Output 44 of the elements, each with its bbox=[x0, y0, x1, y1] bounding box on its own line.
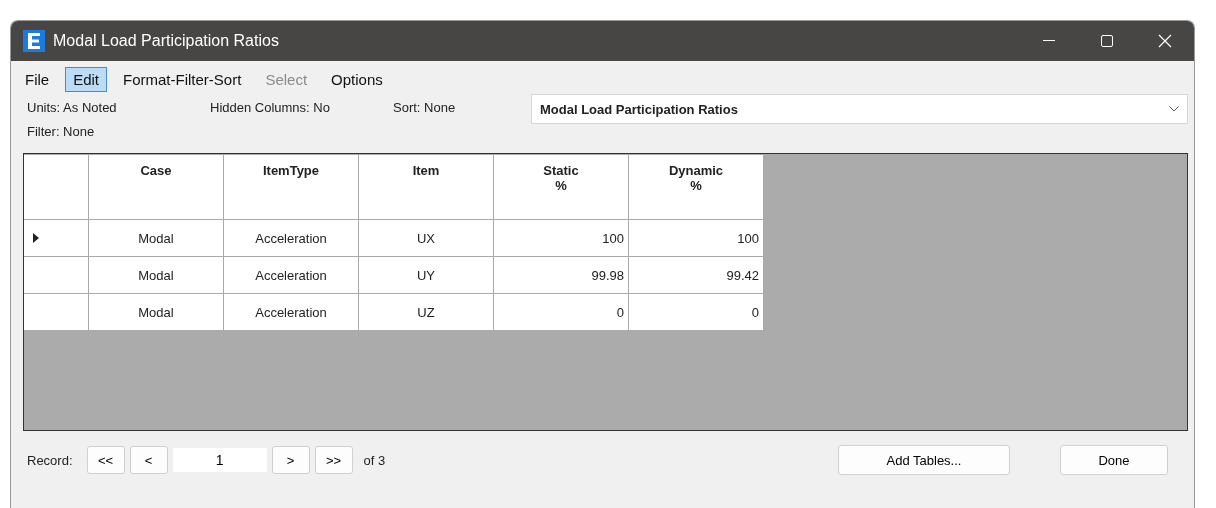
table-cell: UY bbox=[358, 256, 494, 294]
column-header[interactable]: Static % bbox=[493, 154, 629, 220]
column-header[interactable]: Item bbox=[358, 154, 494, 220]
table-dropdown[interactable]: Modal Load Participation Ratios bbox=[531, 94, 1188, 124]
table-cell: 0 bbox=[628, 293, 764, 331]
column-header[interactable]: Case bbox=[88, 154, 224, 220]
hidden-columns-label: Hidden Columns: No bbox=[210, 100, 331, 115]
table-cell: UZ bbox=[358, 293, 494, 331]
sort-label: Sort: None bbox=[393, 100, 457, 115]
chevron-down-icon bbox=[1169, 106, 1179, 112]
table-cell: 100 bbox=[493, 219, 629, 257]
filter-label: Filter: None bbox=[27, 124, 96, 139]
previous-record-button[interactable]: < bbox=[129, 446, 168, 474]
table-cell: Acceleration bbox=[223, 219, 359, 257]
last-record-button[interactable]: >> bbox=[314, 446, 353, 474]
menu-item[interactable]: File bbox=[17, 67, 58, 92]
table-cell: 99.98 bbox=[493, 256, 629, 294]
table-cell: 100 bbox=[628, 219, 764, 257]
table-cell: Modal bbox=[88, 219, 224, 257]
record-field[interactable]: 1 bbox=[172, 448, 267, 472]
table-cell: Modal bbox=[88, 293, 224, 331]
column-header[interactable]: Dynamic % bbox=[628, 154, 764, 220]
close-icon bbox=[1158, 34, 1172, 48]
done-button[interactable]: Done bbox=[1060, 445, 1168, 475]
table-cell: Modal bbox=[88, 256, 224, 294]
menu-item[interactable]: Edit bbox=[65, 67, 108, 92]
units-label: Units: As Noted bbox=[27, 100, 118, 115]
record-label: Record: bbox=[27, 452, 73, 468]
app-logo-icon bbox=[23, 30, 45, 52]
maximize-icon bbox=[1101, 35, 1113, 47]
table-cell: 99.42 bbox=[628, 256, 764, 294]
first-record-button[interactable]: << bbox=[86, 446, 125, 474]
table-cell: Acceleration bbox=[223, 256, 359, 294]
menu-item[interactable]: Options bbox=[323, 67, 391, 92]
next-record-button[interactable]: > bbox=[271, 446, 310, 474]
table-cell: 0 bbox=[493, 293, 629, 331]
window-title: Modal Load Participation Ratios bbox=[53, 32, 280, 50]
record-count: of 3 bbox=[363, 452, 387, 468]
table-cell: UX bbox=[358, 219, 494, 257]
add-tables-button[interactable]: Add Tables... bbox=[838, 445, 1010, 475]
menu-item[interactable]: Format-Filter-Sort bbox=[115, 67, 250, 92]
column-header[interactable]: ItemType bbox=[223, 154, 359, 220]
minimize-icon bbox=[1043, 40, 1055, 42]
table-cell: Acceleration bbox=[223, 293, 359, 331]
